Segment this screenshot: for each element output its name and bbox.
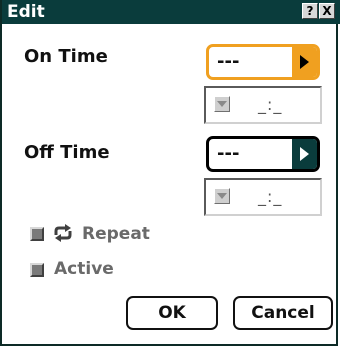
active-checkbox[interactable] — [30, 263, 44, 277]
edit-dialog: Edit ? X On Time --- _:_ Off Time --- _:… — [0, 0, 340, 346]
on-time-dropdown-button[interactable] — [292, 47, 317, 77]
off-time-dropdown-button[interactable] — [292, 139, 317, 169]
arrow-right-icon — [300, 55, 309, 69]
dialog-title: Edit — [7, 2, 45, 22]
repeat-arrow-icon — [52, 223, 74, 243]
off-time-dropdown-value: --- — [217, 143, 240, 164]
off-time-label: Off Time — [24, 142, 110, 163]
close-button[interactable]: X — [319, 3, 335, 19]
cancel-button[interactable]: Cancel — [233, 296, 333, 330]
ok-button[interactable]: OK — [126, 296, 218, 330]
repeat-label: Repeat — [82, 224, 150, 244]
off-time-dropdown[interactable]: --- — [206, 136, 320, 172]
off-time-spin-button[interactable] — [214, 188, 230, 204]
arrow-right-icon — [300, 147, 309, 161]
on-time-dropdown[interactable]: --- — [206, 44, 320, 80]
on-time-label: On Time — [24, 46, 108, 67]
off-time-field[interactable]: _:_ — [204, 178, 322, 216]
active-label: Active — [54, 259, 114, 279]
on-time-spin-button[interactable] — [214, 96, 230, 112]
title-bar: Edit ? X — [2, 0, 340, 24]
repeat-checkbox[interactable] — [30, 227, 44, 241]
on-time-field[interactable]: _:_ — [204, 86, 322, 124]
on-time-dropdown-value: --- — [217, 51, 240, 72]
off-time-value: _:_ — [258, 187, 283, 206]
chevron-down-icon — [217, 193, 227, 199]
chevron-down-icon — [217, 101, 227, 107]
help-button[interactable]: ? — [302, 3, 318, 19]
on-time-value: _:_ — [258, 95, 283, 114]
